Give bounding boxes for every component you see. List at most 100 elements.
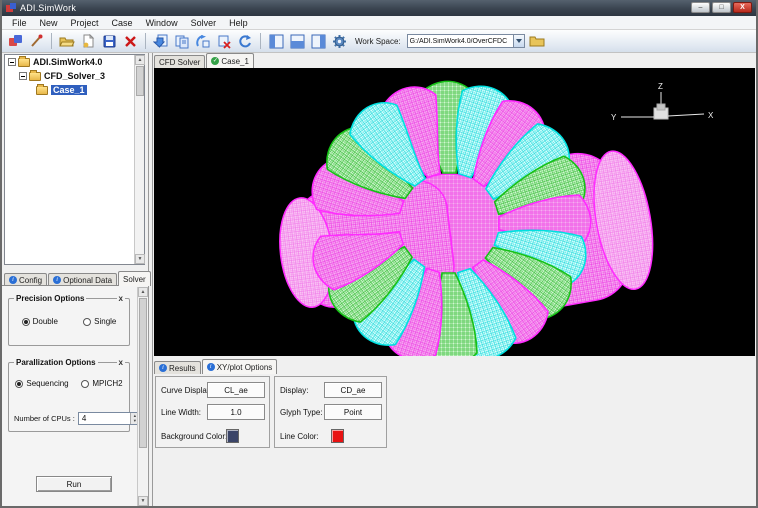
settings-gear-icon[interactable] — [330, 32, 348, 50]
import-case-icon[interactable] — [152, 32, 170, 50]
open-project-icon[interactable] — [58, 32, 76, 50]
cpus-value[interactable]: 4 — [82, 414, 86, 423]
menu-file[interactable]: File — [6, 17, 33, 29]
cpus-label: Number of CPUs : — [14, 414, 75, 423]
layout-left-icon[interactable] — [267, 32, 285, 50]
combo-dropdown-icon[interactable] — [513, 35, 524, 47]
tab-xyplot-options[interactable]: i XY/plot Options — [202, 359, 278, 374]
curve-options-group: Curve Display: CL_ae Line Width: 1.0 Bac… — [155, 376, 270, 448]
layout-bottom-icon[interactable] — [288, 32, 306, 50]
workspace-value: G:/ADI.SimWork4.0/OverCFDC — [408, 38, 514, 45]
radio-label: Single — [94, 317, 116, 326]
left-tab-bar: i Config i Optional Data Solver — [4, 271, 152, 286]
line-color-label: Line Color: — [275, 432, 319, 441]
viewport-3d[interactable]: Z Y X — [154, 68, 755, 356]
tab-label: XY/plot Options — [217, 363, 273, 372]
close-button[interactable]: X — [733, 2, 752, 13]
expander-icon[interactable] — [8, 58, 16, 66]
scroll-up-icon[interactable]: ▲ — [138, 287, 148, 297]
check-icon: ✓ — [211, 57, 219, 65]
tree-item-root[interactable]: ADI.SimWork4.0 — [5, 55, 144, 69]
copy-case-icon[interactable] — [173, 32, 191, 50]
cpus-spinner[interactable]: 4 ▲▼ — [78, 412, 140, 425]
minimize-button[interactable]: – — [691, 2, 710, 13]
app-logo-icon — [6, 3, 17, 14]
background-color-swatch[interactable] — [226, 429, 239, 443]
expander-icon[interactable] — [19, 72, 27, 80]
line-color-swatch[interactable] — [331, 429, 344, 443]
display-button[interactable]: CD_ae — [324, 382, 382, 398]
radio-icon[interactable] — [83, 318, 91, 326]
glyph-type-button[interactable]: Point — [324, 404, 382, 420]
group-close-icon[interactable]: x — [117, 294, 125, 303]
tab-label: Config — [19, 276, 42, 285]
radio-icon[interactable] — [81, 380, 89, 388]
folder-icon — [36, 86, 48, 95]
tree-item-solver[interactable]: CFD_Solver_3 — [5, 69, 144, 83]
maximize-button[interactable]: □ — [712, 2, 731, 13]
tree-item-label[interactable]: ADI.SimWork4.0 — [33, 57, 102, 67]
scroll-down-icon[interactable]: ▼ — [135, 254, 145, 264]
axis-y-label: Y — [611, 113, 617, 122]
scroll-thumb[interactable] — [139, 298, 147, 448]
new-file-icon[interactable] — [79, 32, 97, 50]
radio-label: Sequencing — [26, 379, 68, 388]
toolbar: Work Space: G:/ADI.SimWork4.0/OverCFDC — [2, 30, 756, 53]
curve-display-label: Curve Display: — [156, 386, 213, 395]
tab-label: Results — [169, 364, 196, 373]
tree-item-label[interactable]: CFD_Solver_3 — [44, 71, 105, 81]
scroll-up-icon[interactable]: ▲ — [135, 55, 145, 65]
layout-right-icon[interactable] — [309, 32, 327, 50]
display-label: Display: — [275, 386, 308, 395]
delete-icon[interactable] — [121, 32, 139, 50]
menu-case[interactable]: Case — [106, 17, 139, 29]
delete-case-icon[interactable] — [215, 32, 233, 50]
tab-label: Case_1 — [221, 57, 249, 66]
background-color-label: Background Color: — [156, 432, 227, 441]
tab-cfd-solver[interactable]: CFD Solver — [154, 55, 205, 68]
curve-display-button[interactable]: CL_ae — [207, 382, 265, 398]
browse-folder-icon[interactable] — [528, 32, 546, 50]
menu-solver[interactable]: Solver — [185, 17, 223, 29]
project-tree: ADI.SimWork4.0 CFD_Solver_3 Case_1 ▲ ▼ — [4, 54, 145, 265]
tab-solver[interactable]: Solver — [118, 271, 151, 286]
axis-x-label: X — [708, 111, 714, 120]
menu-new[interactable]: New — [34, 17, 64, 29]
tree-item-label-selected[interactable]: Case_1 — [51, 85, 87, 95]
group-title: Parallization Options — [14, 358, 98, 367]
group-close-icon[interactable]: x — [117, 358, 125, 367]
radio-label: Double — [33, 317, 58, 326]
app-flag-icon[interactable] — [6, 32, 24, 50]
bottom-tab-bar: i Results i XY/plot Options — [154, 359, 278, 374]
solver-panel: Precision Options x Double Single — [2, 285, 148, 506]
tree-item-case[interactable]: Case_1 — [5, 83, 144, 97]
radio-mpich2[interactable]: MPICH2 — [81, 379, 122, 388]
line-width-button[interactable]: 1.0 — [207, 404, 265, 420]
tab-results[interactable]: i Results — [154, 361, 201, 374]
scroll-thumb[interactable] — [136, 66, 144, 96]
tree-scrollbar[interactable]: ▲ ▼ — [134, 55, 144, 264]
folder-icon — [29, 72, 41, 81]
paste-case-icon[interactable] — [194, 32, 212, 50]
refresh-case-icon[interactable] — [236, 32, 254, 50]
menu-help[interactable]: Help — [223, 17, 254, 29]
tab-case-1[interactable]: ✓ Case_1 — [206, 53, 254, 68]
menu-project[interactable]: Project — [65, 17, 105, 29]
workspace-combobox[interactable]: G:/ADI.SimWork4.0/OverCFDC — [407, 34, 525, 48]
radio-icon[interactable] — [15, 380, 23, 388]
parallelization-options-group: Parallization Options x Sequencing MPICH… — [8, 362, 130, 432]
run-button[interactable]: Run — [36, 476, 112, 492]
radio-icon[interactable] — [22, 318, 30, 326]
brush-icon[interactable] — [27, 32, 45, 50]
solver-panel-scrollbar[interactable]: ▲ ▼ — [137, 287, 147, 506]
radio-sequencing[interactable]: Sequencing — [15, 379, 68, 388]
xyplot-options-panel: Curve Display: CL_ae Line Width: 1.0 Bac… — [154, 374, 755, 452]
save-icon[interactable] — [100, 32, 118, 50]
workspace-label: Work Space: — [355, 37, 401, 46]
scroll-down-icon[interactable]: ▼ — [138, 496, 148, 506]
viewport-tab-bar: CFD Solver ✓ Case_1 — [154, 53, 255, 68]
radio-single[interactable]: Single — [83, 317, 116, 326]
radio-double[interactable]: Double — [22, 317, 58, 326]
tab-label: Optional Data — [63, 276, 112, 285]
menu-window[interactable]: Window — [140, 17, 184, 29]
